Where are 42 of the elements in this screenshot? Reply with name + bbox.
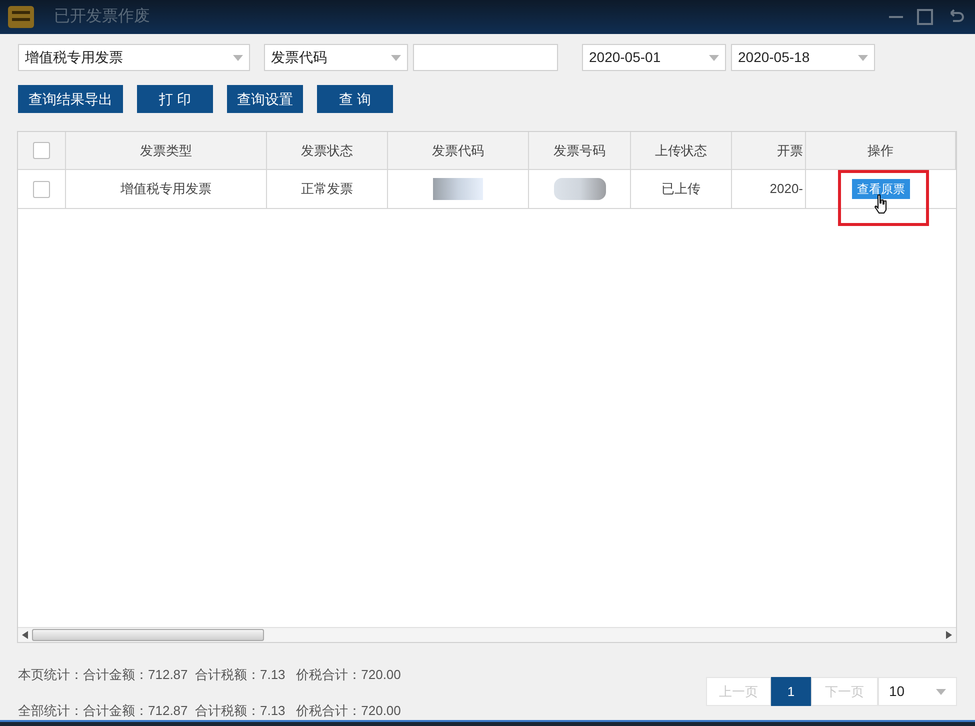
column-header: 操作 xyxy=(868,142,894,160)
blurred-block xyxy=(433,178,483,200)
scroll-left-icon[interactable] xyxy=(22,631,28,639)
scroll-right-icon[interactable] xyxy=(946,631,952,639)
table-cell-text: 已上传 xyxy=(662,180,700,198)
dropdown-caret-icon xyxy=(233,54,243,60)
checkbox[interactable] xyxy=(33,142,50,159)
dropdown-caret-icon xyxy=(391,54,401,60)
invoice-type-select[interactable]: 增值税专用发票 xyxy=(18,44,250,71)
table-cell-text: 正常发票 xyxy=(301,180,353,198)
window-title: 已开发票作废 xyxy=(54,6,150,27)
page-button[interactable]: 1 xyxy=(771,677,811,706)
horizontal-scrollbar[interactable] xyxy=(18,627,956,642)
blurred-block xyxy=(554,178,606,200)
app-logo-icon xyxy=(6,3,36,31)
dropdown-caret-icon xyxy=(858,54,868,60)
column-header: 发票代码 xyxy=(432,142,484,160)
column-header: 发票类型 xyxy=(140,142,192,160)
summary-text: 全部统计：合计金额：712.87 合计税额：7.13 价税合计：720.00 xyxy=(18,702,401,720)
table-cell-text: 增值税专用发票 xyxy=(120,180,212,198)
minimize-icon[interactable] xyxy=(889,15,903,19)
dropdown-caret-icon xyxy=(709,54,719,60)
column-header: 发票状态 xyxy=(301,142,353,160)
toolbar-button[interactable]: 查询设置 xyxy=(227,85,303,113)
table-cell-text: 2020- xyxy=(770,180,803,198)
page-size-select[interactable]: 10 xyxy=(878,677,957,706)
scrollbar-thumb[interactable] xyxy=(32,629,264,641)
maximize-icon[interactable] xyxy=(917,9,933,25)
column-header: 上传状态 xyxy=(655,142,707,160)
search-field-select[interactable]: 发票代码 xyxy=(264,44,408,71)
dropdown-caret-icon xyxy=(936,688,946,694)
search-input[interactable] xyxy=(413,44,558,71)
end-date-select[interactable]: 2020-05-18 xyxy=(731,44,875,71)
summary-text: 本页统计：合计金额：712.87 合计税额：7.13 价税合计：720.00 xyxy=(18,666,401,684)
column-header: 发票号码 xyxy=(554,142,606,160)
toolbar-button[interactable]: 打 印 xyxy=(137,85,213,113)
start-date-select[interactable]: 2020-05-01 xyxy=(582,44,726,71)
checkbox[interactable] xyxy=(33,180,50,198)
toolbar-button[interactable]: 查 询 xyxy=(317,85,393,113)
hand-cursor-icon xyxy=(874,194,888,214)
toolbar-button[interactable]: 查询结果导出 xyxy=(18,85,123,113)
column-header: 开票 xyxy=(777,142,803,160)
